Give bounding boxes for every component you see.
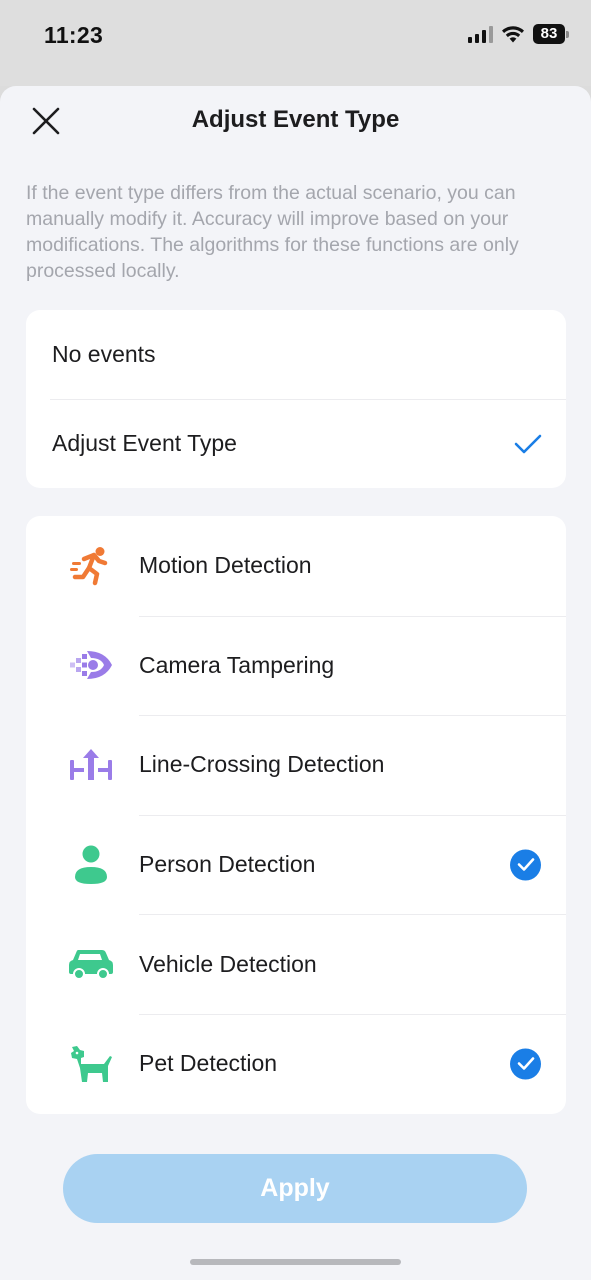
cellular-signal-icon <box>468 25 493 43</box>
battery-icon: 83 <box>533 24 569 44</box>
event-label: Camera Tampering <box>139 651 335 678</box>
event-label: Person Detection <box>139 851 316 878</box>
dog-icon <box>71 1045 112 1082</box>
event-label: Pet Detection <box>139 1050 278 1077</box>
option-no-events[interactable]: No events <box>26 310 566 399</box>
checkmark-icon <box>514 434 542 453</box>
person-icon <box>75 845 107 884</box>
description-text: If the event type differs from the actua… <box>26 182 519 282</box>
camera-tamper-icon <box>70 651 112 680</box>
event-row-pet-detection[interactable]: Pet Detection <box>26 1013 566 1114</box>
event-types-card: Motion Detection Camera Tampering Line-C… <box>26 516 566 1114</box>
option-label: No events <box>52 341 156 367</box>
event-row-camera-tampering[interactable]: Camera Tampering <box>26 615 566 716</box>
status-icons: 83 <box>468 24 569 44</box>
event-label: Motion Detection <box>139 552 312 579</box>
checked-icon <box>510 1048 541 1080</box>
adjust-event-sheet: Adjust Event Type If the event type diff… <box>0 86 591 1280</box>
event-row-vehicle-detection[interactable]: Vehicle Detection <box>26 914 566 1014</box>
apply-button[interactable]: Apply <box>63 1154 527 1223</box>
event-label: Line-Crossing Detection <box>139 751 385 778</box>
mode-options-card: No events Adjust Event Type <box>26 310 566 488</box>
wifi-icon <box>502 26 524 43</box>
page-title: Adjust Event Type <box>191 106 400 133</box>
event-row-line-crossing-detection[interactable]: Line-Crossing Detection <box>26 715 566 815</box>
option-adjust-event-type[interactable]: Adjust Event Type <box>26 399 566 488</box>
event-row-person-detection[interactable]: Person Detection <box>26 814 566 915</box>
event-row-motion-detection[interactable]: Motion Detection <box>26 516 566 616</box>
status-bar: 11:23 83 <box>0 0 591 86</box>
home-indicator[interactable] <box>190 1259 401 1265</box>
status-time: 11:23 <box>44 22 104 48</box>
battery-level: 83 <box>533 24 565 44</box>
option-label: Adjust Event Type <box>52 430 237 456</box>
checked-icon <box>510 849 541 881</box>
car-icon <box>69 950 113 981</box>
event-label: Vehicle Detection <box>139 950 317 977</box>
running-person-icon <box>70 546 108 586</box>
line-crossing-icon <box>70 748 112 780</box>
